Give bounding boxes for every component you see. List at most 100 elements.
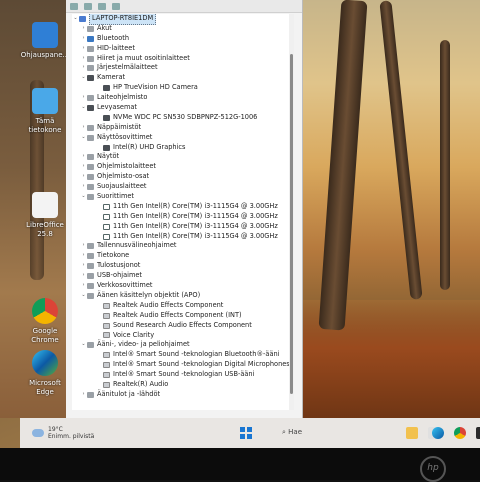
expand-chevron-icon[interactable]: ›: [80, 93, 87, 103]
tree-item-label: Bluetooth: [97, 33, 130, 42]
desktop-icon-edge[interactable]: Microsoft Edge: [20, 350, 70, 397]
edge-taskbar-icon[interactable]: [432, 427, 444, 439]
expand-chevron-icon[interactable]: ›: [80, 44, 87, 54]
back-icon[interactable]: [70, 2, 78, 10]
scrollbar-thumb[interactable]: [290, 54, 293, 394]
expand-chevron-icon[interactable]: ›: [80, 34, 87, 44]
expand-chevron-icon[interactable]: ›: [80, 24, 87, 34]
desktop-icon-this-pc[interactable]: Tämä tietokone: [20, 88, 70, 135]
tree-category[interactable]: › Tulostusjonot: [72, 261, 294, 271]
tree-device[interactable]: NVMe WDC PC SN530 SDBPNPZ-512G-1006: [72, 113, 294, 123]
collapse-chevron-icon[interactable]: ⌄: [72, 14, 79, 24]
desktop-icon-chrome[interactable]: Google Chrome: [20, 298, 70, 345]
properties-icon[interactable]: [98, 2, 106, 10]
tree-device[interactable]: Intel® Smart Sound -teknologian USB-ääni: [72, 370, 294, 380]
tree-item-label: Akut: [97, 23, 112, 32]
collapse-chevron-icon[interactable]: ⌄: [80, 133, 87, 143]
tree-item-label: Näytöt: [97, 152, 120, 161]
search-box[interactable]: ⌕ Hae: [282, 428, 302, 437]
expand-chevron-icon[interactable]: ›: [80, 261, 87, 271]
file-explorer-icon[interactable]: [406, 427, 418, 439]
tree-device[interactable]: 11th Gen Intel(R) Core(TM) i3-1115G4 @ 3…: [72, 232, 294, 242]
tree-category[interactable]: › Näytöt: [72, 152, 294, 162]
tree-scrollbar[interactable]: [289, 14, 294, 410]
device-icon: [87, 292, 94, 299]
tree-category[interactable]: › USB-ohjaimet: [72, 271, 294, 281]
expand-chevron-icon[interactable]: ›: [80, 63, 87, 73]
tree-device[interactable]: Sound Research Audio Effects Component: [72, 321, 294, 331]
tree-category[interactable]: ⌄ Näyttösovittimet: [72, 133, 294, 143]
tree-category[interactable]: › Järjestelmälaitteet: [72, 63, 294, 73]
expand-chevron-icon[interactable]: ›: [80, 54, 87, 64]
tree-item-label: Järjestelmälaitteet: [97, 63, 158, 72]
tree-category[interactable]: › Ohjelmisto-osat: [72, 172, 294, 182]
device-icon: [103, 312, 110, 319]
tree-device[interactable]: 11th Gen Intel(R) Core(TM) i3-1115G4 @ 3…: [72, 222, 294, 232]
device-icon: [87, 253, 94, 260]
tree-device[interactable]: 11th Gen Intel(R) Core(TM) i3-1115G4 @ 3…: [72, 202, 294, 212]
weather-widget[interactable]: 19°C Enimm. pilvistä: [32, 426, 94, 440]
tree-item-label: 11th Gen Intel(R) Core(TM) i3-1115G4 @ 3…: [113, 201, 278, 210]
collapse-chevron-icon[interactable]: ⌄: [80, 103, 87, 113]
tree-root[interactable]: ⌄ LAPTOP-RT8IE1DM: [72, 14, 294, 25]
collapse-chevron-icon[interactable]: ⌄: [80, 340, 87, 350]
libreoffice-icon: [32, 192, 58, 218]
store-icon[interactable]: [476, 427, 480, 439]
tree-category[interactable]: › Akut: [72, 24, 294, 34]
collapse-chevron-icon[interactable]: ⌄: [80, 291, 87, 301]
expand-chevron-icon[interactable]: ›: [80, 281, 87, 291]
this-pc-icon: [32, 88, 58, 114]
expand-chevron-icon[interactable]: ›: [80, 123, 87, 133]
expand-chevron-icon[interactable]: ›: [80, 241, 87, 251]
help-icon[interactable]: [112, 2, 120, 10]
tree-category[interactable]: › Näppäimistöt: [72, 123, 294, 133]
tree-category[interactable]: ⌄ Levyasemat: [72, 103, 294, 113]
collapse-chevron-icon[interactable]: ⌄: [80, 192, 87, 202]
tree-device[interactable]: Realtek Audio Effects Component: [72, 301, 294, 311]
expand-chevron-icon[interactable]: ›: [80, 162, 87, 172]
tree-item-label: HID-laitteet: [97, 43, 135, 52]
expand-chevron-icon[interactable]: ›: [80, 271, 87, 281]
tree-category[interactable]: ⌄ Kamerat: [72, 73, 294, 83]
tree-device[interactable]: Realtek(R) Audio: [72, 380, 294, 390]
tree-category[interactable]: › Tietokone: [72, 251, 294, 261]
expand-chevron-icon[interactable]: ›: [80, 182, 87, 192]
chrome-taskbar-icon[interactable]: [454, 427, 466, 439]
expand-chevron-icon[interactable]: ›: [80, 251, 87, 261]
expand-chevron-icon[interactable]: ›: [80, 390, 87, 400]
expand-chevron-icon[interactable]: ›: [80, 172, 87, 182]
tree-category[interactable]: › Laiteohjelmisto: [72, 93, 294, 103]
device-icon: [87, 391, 94, 398]
tree-device[interactable]: HP TrueVision HD Camera: [72, 83, 294, 93]
tree-category[interactable]: ⌄ Äänen käsittelyn objektit (APO): [72, 291, 294, 301]
device-icon: [87, 282, 94, 289]
tree-category[interactable]: ⌄ Ääni-, video- ja peliohjaimet: [72, 340, 294, 350]
forward-icon[interactable]: [84, 2, 92, 10]
tree-device[interactable]: Intel(R) UHD Graphics: [72, 143, 294, 153]
tree-item-label: 11th Gen Intel(R) Core(TM) i3-1115G4 @ 3…: [113, 211, 278, 220]
device-icon: [87, 75, 94, 82]
desktop-icon-libreoffice[interactable]: LibreOffice 25.8: [20, 192, 70, 239]
tree-category[interactable]: › Tallennusvälineohjaimet: [72, 241, 294, 251]
tree-category[interactable]: › Verkkosovittimet: [72, 281, 294, 291]
tree-category[interactable]: › Äänitulot ja -lähdöt: [72, 390, 294, 400]
tree-category[interactable]: › HID-laitteet: [72, 44, 294, 54]
tree-category[interactable]: ⌄ Suorittimet: [72, 192, 294, 202]
device-tree[interactable]: ⌄ LAPTOP-RT8IE1DM › Akut › Bluetooth › HID-la…: [72, 14, 294, 410]
tree-item-label: Realtek(R) Audio: [113, 379, 169, 388]
tree-category[interactable]: › Ohjelmistolaitteet: [72, 162, 294, 172]
desktop-icon-control-panel[interactable]: Ohjauspane...: [20, 22, 70, 60]
collapse-chevron-icon[interactable]: ⌄: [80, 73, 87, 83]
tree-device[interactable]: 11th Gen Intel(R) Core(TM) i3-1115G4 @ 3…: [72, 212, 294, 222]
tree-category[interactable]: › Hiiret ja muut osoitinlaitteet: [72, 54, 294, 64]
tree-device[interactable]: Voice Clarity: [72, 331, 294, 341]
tree-device[interactable]: Intel® Smart Sound -teknologian Digital …: [72, 360, 294, 370]
tree-device[interactable]: Intel® Smart Sound -teknologian Bluetoot…: [72, 350, 294, 360]
expand-chevron-icon[interactable]: ›: [80, 152, 87, 162]
tree-category[interactable]: › Bluetooth: [72, 34, 294, 44]
tree-category[interactable]: › Suojauslaitteet: [72, 182, 294, 192]
start-button[interactable]: [240, 427, 252, 439]
tree-item-label: Äänitulot ja -lähdöt: [97, 389, 161, 398]
tree-device[interactable]: Realtek Audio Effects Component (INT): [72, 311, 294, 321]
tree-item-label: Äänen käsittelyn objektit (APO): [97, 290, 201, 299]
